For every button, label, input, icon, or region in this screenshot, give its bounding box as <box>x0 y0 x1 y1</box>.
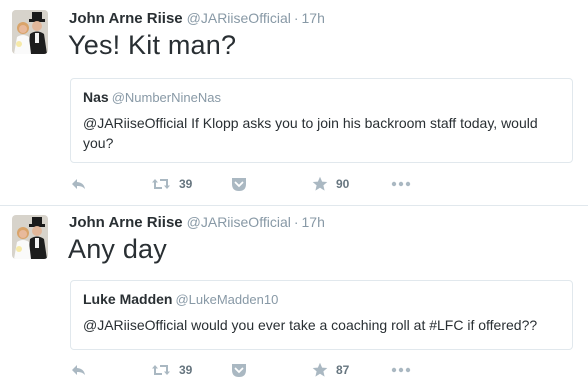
quoted-author-name: Nas <box>83 89 109 105</box>
quoted-author-name: Luke Madden <box>83 291 173 307</box>
retweet-count: 39 <box>179 363 193 377</box>
quoted-tweet[interactable]: Nas @NumberNineNas @JARiiseOfficial If Kl… <box>70 78 573 163</box>
favorite-button[interactable]: 90 <box>312 175 349 193</box>
retweet-icon <box>151 177 171 191</box>
retweet-button[interactable]: 39 <box>151 361 192 379</box>
quoted-text: @JARiiseOfficial would you ever take a c… <box>83 317 538 333</box>
reply-icon <box>70 176 88 192</box>
favorite-button[interactable]: 87 <box>312 361 349 379</box>
separator: · <box>293 214 299 230</box>
tweet: John Arne Riise @JARiiseOfficial · 17h Yes!… <box>0 0 588 205</box>
tweet-text: Yes! Kit man? <box>68 30 237 60</box>
timestamp[interactable]: 17h <box>302 214 325 230</box>
quoted-author-handle: @LukeMadden10 <box>175 292 279 307</box>
author-name[interactable]: John Arne Riise <box>69 214 183 231</box>
pocket-button[interactable] <box>231 175 247 193</box>
pocket-button[interactable] <box>231 361 247 379</box>
favorite-count: 90 <box>336 177 350 191</box>
favorite-count: 87 <box>336 363 350 377</box>
quoted-text: @JARiiseOfficial If Klopp asks you to jo… <box>83 115 538 151</box>
more-button[interactable] <box>391 361 411 379</box>
more-icon <box>391 181 411 187</box>
star-icon <box>312 176 328 192</box>
reply-button[interactable] <box>70 361 88 379</box>
tweet-text: Any day <box>68 234 167 264</box>
star-icon <box>312 362 328 378</box>
pocket-icon <box>231 177 247 192</box>
retweet-button[interactable]: 39 <box>151 175 192 193</box>
tweet-actions: 39 87 <box>70 361 470 379</box>
separator: · <box>293 10 299 26</box>
tweet-actions: 39 90 <box>70 175 470 193</box>
tweet-header: John Arne Riise @JARiiseOfficial · 17h <box>69 10 325 27</box>
avatar[interactable] <box>12 215 48 259</box>
quoted-author-handle: @NumberNineNas <box>111 90 221 105</box>
tweet-header: John Arne Riise @JARiiseOfficial · 17h <box>69 214 325 231</box>
tweet: John Arne Riise @JARiiseOfficial · 17h Any … <box>0 205 588 391</box>
pocket-icon <box>231 363 247 378</box>
more-icon <box>391 367 411 373</box>
author-name[interactable]: John Arne Riise <box>69 10 183 27</box>
avatar[interactable] <box>12 10 48 54</box>
author-handle[interactable]: @JARiiseOfficial <box>187 10 291 26</box>
author-handle[interactable]: @JARiiseOfficial <box>187 214 291 230</box>
reply-icon <box>70 362 88 378</box>
retweet-icon <box>151 363 171 377</box>
quoted-tweet[interactable]: Luke Madden @LukeMadden10 @JARiiseOfficia… <box>70 280 573 350</box>
quoted-header: Luke Madden @LukeMadden10 <box>83 291 278 307</box>
reply-button[interactable] <box>70 175 88 193</box>
retweet-count: 39 <box>179 177 193 191</box>
timestamp[interactable]: 17h <box>302 10 325 26</box>
quoted-header: Nas @NumberNineNas <box>83 89 221 105</box>
more-button[interactable] <box>391 175 411 193</box>
